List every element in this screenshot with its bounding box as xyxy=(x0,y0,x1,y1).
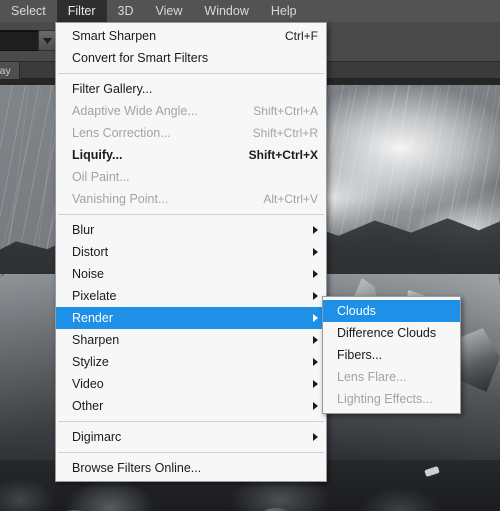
render-submenu-item-label: Lens Flare... xyxy=(337,370,407,384)
render-submenu: Clouds Difference Clouds Fibers... Lens Fla… xyxy=(322,296,461,414)
filter-menu-item-label: Pixelate xyxy=(72,289,117,303)
document-tab-label: er 46, Lay xyxy=(0,64,11,77)
filter-menu-item-adaptive-wide-angle: Adaptive Wide Angle... Shift+Ctrl+A xyxy=(56,100,326,122)
filter-menu-item-digimarc[interactable]: Digimarc xyxy=(56,426,326,448)
filter-menu-item-label: Digimarc xyxy=(72,430,122,444)
filter-menu-item-label: Noise xyxy=(72,267,104,281)
menu-bar: Select Filter 3D View Window Help xyxy=(0,0,500,22)
filter-menu-item-label: Render xyxy=(72,311,113,325)
filter-dropdown-menu: Smart Sharpen Ctrl+F Convert for Smart Fil… xyxy=(55,22,327,482)
filter-menu-item-sharpen[interactable]: Sharpen xyxy=(56,329,326,351)
filter-menu-item-liquify[interactable]: Liquify... Shift+Ctrl+X xyxy=(56,144,326,166)
filter-menu-item-label: Distort xyxy=(72,245,109,259)
filter-menu-item-label: Lens Correction... xyxy=(72,126,171,140)
submenu-arrow-icon xyxy=(313,292,318,300)
filter-menu-item-label: Video xyxy=(72,377,104,391)
render-submenu-item-label: Fibers... xyxy=(337,348,383,362)
filter-menu-item-label: Stylize xyxy=(72,355,109,369)
filter-menu-item-label: Vanishing Point... xyxy=(72,192,169,206)
filter-menu-item-label: Adaptive Wide Angle... xyxy=(72,104,198,118)
filter-menu-item-label: Sharpen xyxy=(72,333,120,347)
submenu-arrow-icon xyxy=(313,314,318,322)
submenu-arrow-icon xyxy=(313,248,318,256)
menubar-item-filter[interactable]: Filter xyxy=(56,0,107,22)
filter-menu-item-other[interactable]: Other xyxy=(56,395,326,417)
render-submenu-item-label: Difference Clouds xyxy=(337,326,437,340)
menubar-item-view[interactable]: View xyxy=(145,0,194,22)
render-submenu-item-fibers[interactable]: Fibers... xyxy=(323,344,460,366)
filter-menu-item-smart-sharpen[interactable]: Smart Sharpen Ctrl+F xyxy=(56,25,326,47)
filter-menu-item-oil-paint: Oil Paint... xyxy=(56,166,326,188)
menu-separator xyxy=(58,452,324,453)
filter-menu-item-shortcut: Shift+Ctrl+X xyxy=(248,148,318,162)
menubar-label: Filter xyxy=(67,4,96,18)
document-tab[interactable]: er 46, Lay xyxy=(0,62,20,79)
filter-menu-item-shortcut: Alt+Ctrl+V xyxy=(263,192,318,206)
filter-menu-item-stylize[interactable]: Stylize xyxy=(56,351,326,373)
submenu-arrow-icon xyxy=(313,433,318,441)
render-submenu-item-difference-clouds[interactable]: Difference Clouds xyxy=(323,322,460,344)
filter-menu-item-noise[interactable]: Noise xyxy=(56,263,326,285)
filter-menu-item-shortcut: Shift+Ctrl+A xyxy=(253,104,318,118)
submenu-arrow-icon xyxy=(313,358,318,366)
photoshop-window: er 46, Lay Select Filter 3D View Window … xyxy=(0,0,500,511)
filter-menu-item-render[interactable]: Render xyxy=(56,307,326,329)
render-submenu-item-label: Clouds xyxy=(337,304,376,318)
filter-menu-item-browse-filters-online[interactable]: Browse Filters Online... xyxy=(56,457,326,479)
filter-menu-item-lens-correction: Lens Correction... Shift+Ctrl+R xyxy=(56,122,326,144)
render-submenu-item-label: Lighting Effects... xyxy=(337,392,433,406)
filter-menu-item-label: Blur xyxy=(72,223,95,237)
submenu-arrow-icon xyxy=(313,270,318,278)
filter-menu-item-video[interactable]: Video xyxy=(56,373,326,395)
menubar-item-window[interactable]: Window xyxy=(193,0,259,22)
menubar-item-help[interactable]: Help xyxy=(260,0,308,22)
filter-menu-item-label: Liquify... xyxy=(72,148,123,162)
render-submenu-item-lighting-effects: Lighting Effects... xyxy=(323,388,460,410)
menubar-label: Select xyxy=(11,4,46,18)
filter-menu-item-label: Browse Filters Online... xyxy=(72,461,202,475)
menubar-label: View xyxy=(155,4,183,18)
menu-separator xyxy=(58,421,324,422)
render-submenu-item-clouds[interactable]: Clouds xyxy=(323,300,460,322)
render-submenu-item-lens-flare: Lens Flare... xyxy=(323,366,460,388)
submenu-arrow-icon xyxy=(313,336,318,344)
menubar-label: 3D xyxy=(117,4,134,18)
filter-menu-item-shortcut: Ctrl+F xyxy=(285,29,318,43)
filter-menu-item-convert-for-smart-filters[interactable]: Convert for Smart Filters xyxy=(56,47,326,69)
filter-menu-item-shortcut: Shift+Ctrl+R xyxy=(252,126,318,140)
filter-menu-item-label: Oil Paint... xyxy=(72,170,130,184)
menubar-label: Help xyxy=(270,4,297,18)
chevron-down-icon xyxy=(43,37,52,44)
filter-menu-item-vanishing-point: Vanishing Point... Alt+Ctrl+V xyxy=(56,188,326,210)
filter-menu-item-pixelate[interactable]: Pixelate xyxy=(56,285,326,307)
filter-menu-item-label: Other xyxy=(72,399,104,413)
filter-menu-item-distort[interactable]: Distort xyxy=(56,241,326,263)
menubar-item-select[interactable]: Select xyxy=(0,0,57,22)
menubar-item-3d[interactable]: 3D xyxy=(107,0,145,22)
menu-separator xyxy=(58,73,324,74)
submenu-arrow-icon xyxy=(313,226,318,234)
submenu-arrow-icon xyxy=(313,402,318,410)
filter-menu-item-label: Convert for Smart Filters xyxy=(72,51,209,65)
filter-menu-item-label: Smart Sharpen xyxy=(72,29,157,43)
menubar-label: Window xyxy=(204,4,249,18)
submenu-arrow-icon xyxy=(313,380,318,388)
filter-menu-item-label: Filter Gallery... xyxy=(72,82,153,96)
menu-separator xyxy=(58,214,324,215)
filter-menu-item-blur[interactable]: Blur xyxy=(56,219,326,241)
filter-menu-item-filter-gallery[interactable]: Filter Gallery... xyxy=(56,78,326,100)
